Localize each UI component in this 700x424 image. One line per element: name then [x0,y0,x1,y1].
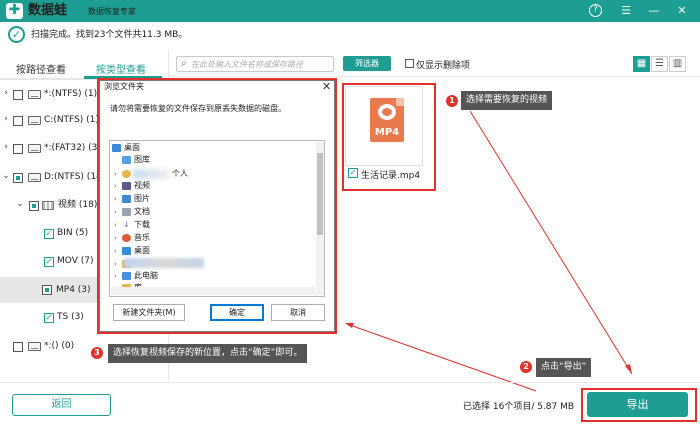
arrowhead-1 [625,364,632,374]
callout-3: 选择恢复视频保存的新位置，点击“确定”即可。 [108,344,308,363]
annotation-arrows [345,110,633,392]
callout-number-2: 2 [520,361,532,373]
callout-1: 选择需要恢复的视频 [461,91,553,110]
arrow-line-1 [469,110,633,375]
selected-info: 已选择 16个项目/ 5.87 MB [463,402,575,412]
highlight-box-export [581,388,697,422]
arrow-line-3 [346,323,537,392]
callout-number-3: 3 [91,347,103,359]
back-button[interactable]: 返回 [12,394,111,416]
footer-divider [0,382,700,383]
arrowhead-3 [345,323,354,328]
callout-2: 点击“导出” [536,358,592,377]
callout-number-1: 1 [446,95,458,107]
